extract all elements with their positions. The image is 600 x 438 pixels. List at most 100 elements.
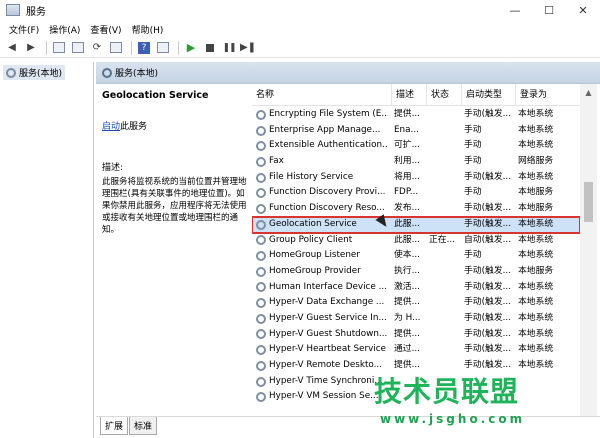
tree-item-label: 服务(本地) [19,69,63,79]
service-name-cell: HomeGroup Listener [256,248,388,264]
help-icon[interactable]: ? [136,40,152,56]
column-header-description[interactable]: 描述 [392,84,427,106]
service-name-text: Function Discovery Provi... [269,187,386,198]
service-logon-cell: 本地系统 [518,124,554,135]
service-name-cell: Encrypting File System (E... [256,107,388,123]
back-arrow-icon[interactable]: ◀ [4,40,20,56]
show-hide-action-pane-icon[interactable] [155,40,171,56]
service-name-text: HomeGroup Listener [269,250,360,261]
service-description-cell: 可扩... [394,140,420,151]
service-startup-type-cell: 自动(触发... [464,234,512,245]
table-row[interactable]: Hyper-V Time Synchroni... [252,374,580,390]
service-description-cell: Ena... [394,124,419,135]
console-tree-icon[interactable] [51,40,67,56]
table-row[interactable]: Human Interface Device ... 激活... 手动(触发... 本… [252,280,580,296]
service-logon-cell: 本地系统 [518,360,554,370]
service-logon-cell [518,389,578,405]
service-logon-cell: 本地服务 [518,203,554,214]
table-row[interactable]: Hyper-V Remote Deskto... 提供... 手动(触发... 本地系… [252,358,580,374]
export-list-icon[interactable] [108,40,124,56]
panel-header-title: 服务(本地) [115,69,159,79]
column-header-log-on-as[interactable]: 登录为 [516,84,580,106]
gear-icon [256,203,266,214]
gear-icon [256,172,266,183]
table-row[interactable]: Encrypting File System (E... 提供... 手动(触发..… [252,107,580,123]
tab-standard[interactable]: 标准 [129,417,158,435]
service-startup-type-cell: 手动(触发... [464,344,512,355]
maximize-button[interactable]: ☐ [532,0,566,20]
tree-item-services-local[interactable]: 服务(本地) [3,65,66,80]
table-row[interactable]: Function Discovery Reso... 发布... 手动(触发... 本… [252,201,580,217]
description-label: 描述: [102,163,124,173]
close-button[interactable]: ✕ [566,0,600,20]
service-status-cell [429,389,461,405]
gear-icon [256,219,266,230]
scroll-up-icon[interactable]: ▲ [580,84,597,100]
toolbar-separator [131,40,132,55]
pause-service-icon[interactable]: ❚❚ [221,40,237,56]
service-logon-cell: 本地系统 [518,109,554,119]
table-row[interactable]: Geolocation Service 此服... 手动(触发... 本地系统 [252,215,580,234]
service-status-cell [429,154,461,170]
service-name-text: Encrypting File System (E... [269,109,388,119]
menu-file[interactable]: 文件(F) [4,23,44,36]
service-name-text: Group Policy Client [269,234,353,245]
tab-extended[interactable]: 扩展 [100,417,129,435]
service-name-cell: Fax [256,154,388,170]
properties-icon[interactable] [70,40,86,56]
service-status-cell [429,327,461,343]
restart-service-icon[interactable]: ▶❚ [240,40,256,56]
service-startup-type-cell: 手动(触发... [464,360,512,370]
start-service-suffix: 此服务 [120,122,148,132]
service-status-cell [429,374,461,390]
start-service-link[interactable]: 启动 [102,122,120,132]
service-name-text: Extensible Authentication... [269,140,388,151]
service-description-cell: 通过... [394,344,420,355]
table-row[interactable]: Extensible Authentication... 可扩... 手动 本地系统 [252,138,580,154]
service-description-cell [394,389,426,405]
table-row[interactable]: Hyper-V Guest Service In... 为 H... 手动(触发..… [252,311,580,327]
service-status-cell [429,201,461,217]
menu-view[interactable]: 查看(V) [85,23,126,36]
refresh-icon[interactable]: ⟳ [89,40,105,56]
forward-arrow-icon[interactable]: ▶ [23,40,39,56]
start-service-icon[interactable]: ▶ [183,40,199,56]
table-row[interactable]: Hyper-V Guest Shutdown... 提供... 手动(触发... 本地… [252,327,580,343]
table-row[interactable]: Hyper-V Data Exchange ... 提供... 手动(触发... 本地… [252,295,580,311]
scrollbar-thumb[interactable] [584,182,593,222]
table-row[interactable]: Hyper-V VM Session Se... [252,389,580,405]
gear-icon [6,67,16,78]
table-row[interactable]: Enterprise App Manage... Ena... 手动 本地系统 [252,123,580,139]
table-row[interactable]: File History Service 将用... 手动(触发... 本地系统 [252,170,580,186]
menu-help[interactable]: 帮助(H) [127,23,169,36]
stop-service-icon[interactable] [202,40,218,56]
table-row[interactable]: HomeGroup Listener 使本... 手动 本地系统 [252,248,580,264]
table-row[interactable]: Fax 利用... 手动 网络服务 [252,154,580,170]
column-header-name[interactable]: 名称 [252,84,392,106]
vertical-scrollbar[interactable]: ▲ [580,84,597,416]
service-name-cell: Hyper-V Heartbeat Service [256,342,388,358]
service-logon-cell: 本地系统 [518,344,554,355]
service-description-cell: 提供... [394,360,420,370]
service-description-cell: 发布... [394,203,420,214]
service-name-text: Enterprise App Manage... [269,124,381,135]
service-logon-cell: 本地服务 [518,265,554,276]
service-status-cell [429,342,461,358]
service-name-cell: File History Service [256,170,388,186]
menu-action[interactable]: 操作(A) [44,23,85,36]
service-status-cell [429,123,461,139]
column-header-startup-type[interactable]: 启动类型 [462,84,516,106]
table-row[interactable]: Group Policy Client 此服... 正在... 自动(触发... 本地系… [252,233,580,249]
table-row[interactable]: HomeGroup Provider 执行... 手动(触发... 本地服务 [252,264,580,280]
column-header-status[interactable]: 状态 [427,84,462,106]
service-description-cell: 激活... [394,281,420,292]
service-description-cell: 此服... [394,218,420,229]
toolbar: ◀ ▶ ⟳ ? ▶ ❚❚ ▶❚ [0,38,600,58]
table-row[interactable]: Function Discovery Provi... FDP... 手动 本地服务 [252,185,580,201]
table-row[interactable]: Hyper-V Heartbeat Service 通过... 手动(触发... 本地… [252,342,580,358]
gear-icon [256,313,266,324]
service-name-text: Hyper-V Guest Service In... [269,312,387,323]
service-status-cell [429,107,461,123]
minimize-button[interactable]: — [498,0,532,20]
gear-icon [256,109,266,120]
